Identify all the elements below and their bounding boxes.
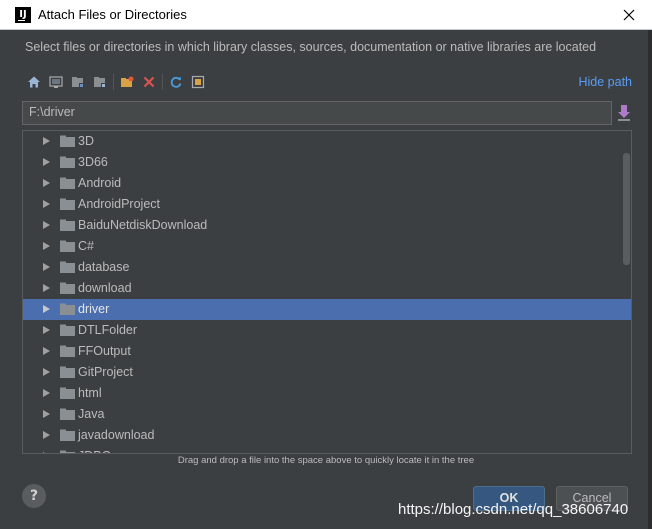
expand-arrow-icon[interactable]	[43, 410, 50, 418]
folder-icon	[60, 387, 75, 399]
refresh-button[interactable]	[165, 71, 187, 93]
tree-row-label: 3D66	[78, 155, 108, 169]
folder-icon	[60, 450, 75, 453]
delete-button[interactable]	[138, 71, 160, 93]
folder-icon	[60, 219, 75, 231]
tree-row[interactable]: GitProject	[23, 362, 631, 383]
expand-arrow-icon[interactable]	[43, 263, 50, 271]
path-history-button[interactable]	[616, 104, 632, 122]
expand-arrow-icon[interactable]	[43, 452, 50, 453]
tree-row[interactable]: AndroidProject	[23, 194, 631, 215]
refresh-icon	[170, 76, 182, 88]
tree-row-label: driver	[78, 302, 110, 316]
folder-icon	[60, 261, 75, 273]
folder-icon	[60, 198, 75, 210]
tree-row[interactable]: 3D	[23, 131, 631, 152]
new-folder-icon	[121, 76, 134, 87]
folder-icon	[60, 429, 75, 441]
folder-icon	[60, 282, 75, 294]
expand-arrow-icon[interactable]	[43, 200, 50, 208]
tree-row[interactable]: BaiduNetdiskDownload	[23, 215, 631, 236]
folder-icon	[60, 324, 75, 336]
folder-icon	[60, 408, 75, 420]
tree-row-label: Android	[78, 176, 122, 190]
tree-row-label: Java	[78, 407, 105, 421]
close-button[interactable]	[606, 0, 652, 30]
tree-row-label: JDBC	[78, 449, 111, 453]
expand-arrow-icon[interactable]	[43, 326, 50, 334]
tree-row-label: download	[78, 281, 132, 295]
expand-arrow-icon[interactable]	[43, 137, 50, 145]
tree-row-label: AndroidProject	[78, 197, 160, 211]
intellij-icon: IJ	[15, 7, 31, 23]
tree-row[interactable]: C#	[23, 236, 631, 257]
tree-row[interactable]: FFOutput	[23, 341, 631, 362]
desktop-icon	[49, 76, 63, 88]
desktop-button[interactable]	[45, 71, 67, 93]
tree-row[interactable]: download	[23, 278, 631, 299]
file-chooser-toolbar	[23, 71, 209, 93]
expand-arrow-icon[interactable]	[43, 347, 50, 355]
expand-arrow-icon[interactable]	[43, 221, 50, 229]
folder-icon	[60, 345, 75, 357]
tree-row[interactable]: 3D66	[23, 152, 631, 173]
tree-row[interactable]: Android	[23, 173, 631, 194]
expand-arrow-icon[interactable]	[43, 179, 50, 187]
hide-path-link[interactable]: Hide path	[578, 75, 632, 89]
home-icon	[28, 76, 40, 88]
tree-row[interactable]: JDBC	[23, 446, 631, 453]
tree-row[interactable]: DTLFolder	[23, 320, 631, 341]
folder-icon	[60, 366, 75, 378]
module-button[interactable]	[89, 71, 111, 93]
expand-arrow-icon[interactable]	[43, 305, 50, 313]
download-arrow-icon	[618, 105, 630, 121]
folder-icon	[60, 303, 75, 315]
tree-row-label: BaiduNetdiskDownload	[78, 218, 208, 232]
home-button[interactable]	[23, 71, 45, 93]
folder-icon	[60, 177, 75, 189]
tree-row[interactable]: html	[23, 383, 631, 404]
expand-arrow-icon[interactable]	[43, 368, 50, 376]
expand-arrow-icon[interactable]	[43, 431, 50, 439]
drag-drop-hint: Drag and drop a file into the space abov…	[177, 455, 475, 466]
help-button[interactable]: ?	[22, 484, 46, 508]
tree-row[interactable]: driver	[23, 299, 631, 320]
window-title: Attach Files or Directories	[38, 7, 187, 22]
expand-arrow-icon[interactable]	[43, 389, 50, 397]
show-hidden-button[interactable]	[187, 71, 209, 93]
tree-row-label: database	[78, 260, 130, 274]
tree-scrollbar[interactable]	[623, 153, 630, 265]
tree-row-label: GitProject	[78, 365, 133, 379]
tree-row[interactable]: Java	[23, 404, 631, 425]
module-icon	[94, 77, 106, 88]
folder-icon	[60, 156, 75, 168]
title-bar: IJ Attach Files or Directories	[0, 0, 652, 30]
close-icon	[623, 9, 635, 21]
description-text: Select files or directories in which lib…	[25, 40, 597, 54]
file-tree[interactable]: JDBC javadownload Java html GitProject FFOutp…	[22, 130, 632, 454]
expand-arrow-icon[interactable]	[43, 284, 50, 292]
path-field[interactable]: F:\driver	[22, 101, 612, 125]
project-button[interactable]	[67, 71, 89, 93]
folder-icon	[60, 135, 75, 147]
toolbar-separator	[113, 74, 114, 90]
project-icon	[72, 77, 84, 88]
tree-row-label: C#	[78, 239, 94, 253]
folder-icon	[60, 240, 75, 252]
tree-row[interactable]: database	[23, 257, 631, 278]
tree-row-label: DTLFolder	[78, 323, 138, 337]
toolbar-separator	[162, 74, 163, 90]
tree-row-label: html	[78, 386, 102, 400]
tree-row-label: 3D	[78, 134, 94, 148]
tree-row-label: javadownload	[78, 428, 155, 442]
tree-row-label: FFOutput	[78, 344, 131, 358]
expand-arrow-icon[interactable]	[43, 242, 50, 250]
new-folder-button[interactable]	[116, 71, 138, 93]
show-hidden-icon	[191, 75, 205, 89]
tree-row[interactable]: javadownload	[23, 425, 631, 446]
expand-arrow-icon[interactable]	[43, 158, 50, 166]
watermark-text: https://blog.csdn.net/qq_38606740	[398, 501, 629, 518]
delete-icon	[143, 76, 155, 88]
